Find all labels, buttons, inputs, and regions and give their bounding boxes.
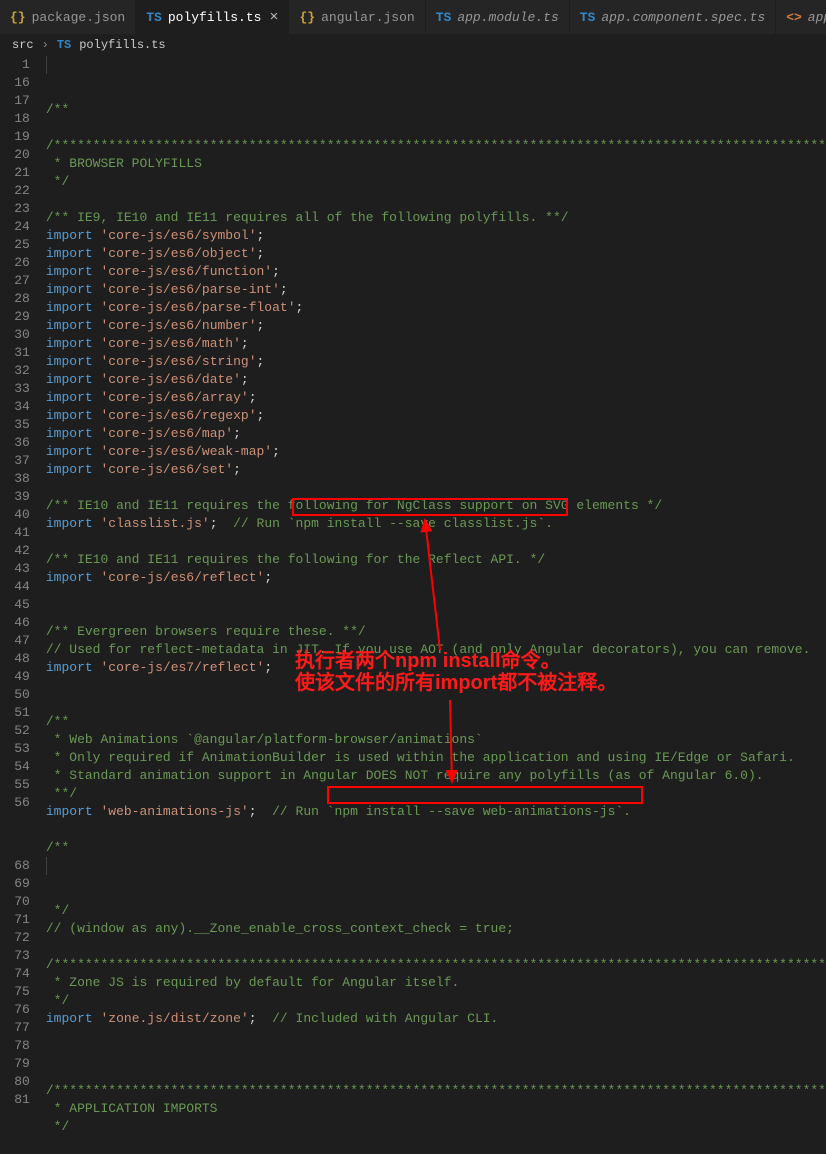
code-line[interactable]: * Only required if AnimationBuilder is u… (46, 749, 826, 767)
code-editor[interactable]: 1161718192021222324252627282930313233343… (0, 56, 826, 857)
code-line[interactable]: import 'core-js/es6/map'; (46, 425, 826, 443)
code-line[interactable]: /** (46, 839, 826, 857)
annotation-box-2 (327, 786, 643, 804)
code-line[interactable] (46, 587, 826, 605)
file-type-icon: TS (146, 10, 162, 25)
file-type-icon: {} (10, 10, 26, 25)
code-line[interactable] (46, 695, 826, 713)
tab-angular.json[interactable]: {}angular.json (289, 0, 425, 34)
code-line[interactable]: import 'core-js/es6/parse-float'; (46, 299, 826, 317)
line-gutter: 1161718192021222324252627282930313233343… (0, 56, 40, 857)
crumb-src[interactable]: src (12, 38, 34, 52)
code-line[interactable]: /** (46, 101, 826, 119)
code-line[interactable]: /** (46, 713, 826, 731)
code-line[interactable]: import 'core-js/es6/number'; (46, 317, 826, 335)
code-line[interactable]: import 'core-js/es6/parse-int'; (46, 281, 826, 299)
code-area[interactable]: */// (window as any).__Zone_enable_cross… (40, 857, 826, 1154)
code-line[interactable] (46, 938, 826, 956)
code-line[interactable]: import 'core-js/es6/array'; (46, 389, 826, 407)
code-line[interactable]: */ (46, 173, 826, 191)
code-line[interactable]: import 'zone.js/dist/zone'; // Included … (46, 1010, 826, 1028)
code-line[interactable]: * Standard animation support in Angular … (46, 767, 826, 785)
code-line[interactable]: import 'core-js/es6/symbol'; (46, 227, 826, 245)
code-line[interactable]: import 'web-animations-js'; // Run `npm … (46, 803, 826, 821)
crumb-file[interactable]: polyfills.ts (79, 38, 165, 52)
code-line[interactable]: /***************************************… (46, 1082, 826, 1100)
code-line[interactable]: */ (46, 1118, 826, 1136)
code-line[interactable]: /***************************************… (46, 137, 826, 155)
code-line[interactable]: /** IE10 and IE11 requires the following… (46, 551, 826, 569)
code-line[interactable]: /** IE9, IE10 and IE11 requires all of t… (46, 209, 826, 227)
code-line[interactable]: import 'core-js/es6/date'; (46, 371, 826, 389)
breadcrumb: src › TS polyfills.ts (0, 34, 826, 56)
file-type-icon: TS (580, 10, 596, 25)
tab-polyfills.ts[interactable]: TSpolyfills.ts× (136, 0, 289, 34)
code-area[interactable]: /** /***********************************… (40, 56, 826, 857)
ts-badge-icon: TS (57, 38, 71, 52)
code-line[interactable] (46, 191, 826, 209)
code-line[interactable]: import 'core-js/es6/function'; (46, 263, 826, 281)
code-line[interactable]: /***************************************… (46, 956, 826, 974)
code-line[interactable]: import 'core-js/es6/reflect'; (46, 569, 826, 587)
code-line[interactable] (46, 119, 826, 137)
annotation-box-1 (292, 498, 568, 516)
code-line[interactable] (46, 821, 826, 839)
code-line[interactable] (46, 479, 826, 497)
code-line[interactable]: * Web Animations `@angular/platform-brow… (46, 731, 826, 749)
code-line[interactable] (46, 1136, 826, 1154)
tab-app.component.spec.ts[interactable]: TSapp.component.spec.ts (570, 0, 776, 34)
close-icon[interactable]: × (269, 9, 278, 26)
code-line[interactable]: */ (46, 902, 826, 920)
code-line[interactable] (46, 605, 826, 623)
annotation-text: 执行者两个npm install命令。 使该文件的所有import都不被注释。 (295, 650, 617, 694)
tab-app.component.[interactable]: <>app.component. (776, 0, 826, 34)
code-line[interactable]: import 'core-js/es6/regexp'; (46, 407, 826, 425)
code-line[interactable]: import 'classlist.js'; // Run `npm insta… (46, 515, 826, 533)
code-line[interactable]: * APPLICATION IMPORTS (46, 1100, 826, 1118)
code-line[interactable] (46, 1028, 826, 1046)
line-gutter: 6869707172737475767778798081 (0, 857, 40, 1154)
code-line[interactable]: /** Evergreen browsers require these. **… (46, 623, 826, 641)
tab-app.module.ts[interactable]: TSapp.module.ts (426, 0, 570, 34)
code-line[interactable]: import 'core-js/es6/weak-map'; (46, 443, 826, 461)
tab-bar: {}package.jsonTSpolyfills.ts×{}angular.j… (0, 0, 826, 34)
code-line[interactable] (46, 1046, 826, 1064)
file-type-icon: TS (436, 10, 452, 25)
file-type-icon: <> (786, 10, 802, 25)
code-line[interactable]: * BROWSER POLYFILLS (46, 155, 826, 173)
chevron-right-icon: › (42, 38, 49, 52)
code-line[interactable] (46, 1064, 826, 1082)
tab-package.json[interactable]: {}package.json (0, 0, 136, 34)
folded-editor[interactable]: 6869707172737475767778798081 */// (windo… (0, 857, 826, 1154)
code-line[interactable]: import 'core-js/es6/string'; (46, 353, 826, 371)
file-type-icon: {} (299, 10, 315, 25)
code-line[interactable] (46, 533, 826, 551)
code-line[interactable]: * Zone JS is required by default for Ang… (46, 974, 826, 992)
code-line[interactable]: import 'core-js/es6/math'; (46, 335, 826, 353)
code-line[interactable]: import 'core-js/es6/object'; (46, 245, 826, 263)
code-line[interactable]: import 'core-js/es6/set'; (46, 461, 826, 479)
code-line[interactable]: */ (46, 992, 826, 1010)
code-line[interactable]: // (window as any).__Zone_enable_cross_c… (46, 920, 826, 938)
